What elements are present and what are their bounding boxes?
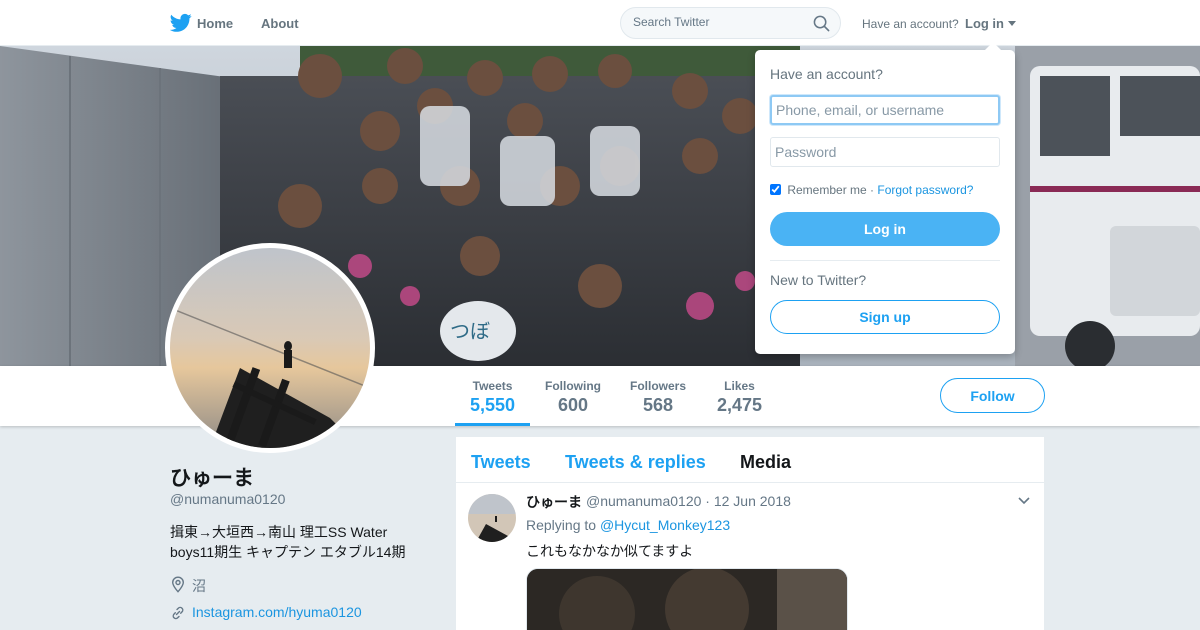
search-input[interactable]: [633, 15, 803, 29]
stat-label: Tweets: [472, 379, 513, 393]
website-link[interactable]: Instagram.com/hyuma0120: [192, 604, 362, 620]
profile-bio: 揖東→大垣西→南山 理工SS Water boys11期生 キャプテン エタブル…: [170, 524, 406, 560]
new-to-twitter-text: New to Twitter?: [770, 272, 867, 288]
remember-row: Remember me · Forgot password?: [770, 183, 973, 197]
tweet-avatar-photo: [468, 494, 516, 542]
location-pin-icon: [171, 576, 185, 593]
tweet-avatar[interactable]: [468, 494, 516, 542]
stat-tweets[interactable]: Tweets 5,550: [470, 379, 515, 416]
tab-tweets[interactable]: Tweets: [471, 452, 531, 473]
tweet-text: これもなかなか似てますよ: [526, 543, 694, 559]
timeline-tabs: Tweets Tweets & replies Media: [456, 437, 1044, 483]
stat-likes[interactable]: Likes 2,475: [717, 379, 762, 416]
profile-avatar[interactable]: [165, 243, 375, 453]
remember-me-label[interactable]: Remember me: [787, 183, 866, 197]
stat-label: Following: [545, 379, 601, 393]
forgot-password-link[interactable]: Forgot password?: [877, 183, 973, 197]
tab-tweets-replies[interactable]: Tweets & replies: [565, 452, 706, 473]
link-icon: [172, 606, 184, 620]
top-navigation: Home About Have an account? Log in: [0, 0, 1200, 46]
nav-home-link[interactable]: Home: [197, 16, 233, 31]
chevron-down-icon[interactable]: [1018, 497, 1030, 505]
avatar-photo: [170, 248, 370, 448]
search-icon[interactable]: [813, 15, 830, 32]
username-field[interactable]: [770, 95, 1000, 125]
stat-label: Likes: [724, 379, 755, 393]
tweet-media-photo: [527, 569, 847, 630]
login-button[interactable]: Log in: [770, 212, 1000, 246]
nav-about-link[interactable]: About: [261, 16, 299, 31]
location-text: 沼: [192, 578, 206, 594]
replying-to-link[interactable]: @Hycut_Monkey123: [600, 517, 730, 533]
svg-text:つぼ: つぼ: [450, 319, 490, 343]
profile-name[interactable]: ひゅーま: [170, 462, 254, 492]
stat-value: 5,550: [470, 395, 516, 415]
follow-button[interactable]: Follow: [940, 378, 1045, 413]
timeline-panel: Tweets Tweets & replies Media ひゅーま @numa…: [456, 437, 1044, 630]
stat-value: 568: [642, 395, 674, 415]
active-stat-indicator: [455, 423, 530, 426]
login-dropdown: Have an account? Remember me · Forgot pa…: [755, 42, 1015, 354]
replying-prefix: Replying to: [526, 517, 597, 533]
dropdown-divider: [770, 260, 1000, 261]
remember-me-checkbox[interactable]: [770, 184, 781, 195]
tweet-handle-date[interactable]: @numanuma0120 · 12 Jun 2018: [586, 493, 791, 509]
stat-followers[interactable]: Followers 568: [630, 379, 686, 416]
profile-handle[interactable]: @numanuma0120: [170, 491, 285, 507]
tab-media[interactable]: Media: [740, 452, 791, 473]
stat-value: 2,475: [717, 395, 763, 415]
stat-following[interactable]: Following 600: [545, 379, 601, 416]
stat-label: Followers: [630, 379, 687, 393]
have-account-text: Have an account?: [862, 17, 959, 31]
tweet-media-image[interactable]: [526, 568, 848, 630]
twitter-bird-icon[interactable]: [170, 13, 192, 33]
password-field[interactable]: [770, 137, 1000, 167]
search-box: [620, 7, 841, 39]
tweet-replying-to: Replying to @Hycut_Monkey123: [526, 517, 730, 533]
separator-dot: ·: [870, 183, 875, 197]
dropdown-title: Have an account?: [770, 66, 883, 82]
signup-button[interactable]: Sign up: [770, 300, 1000, 334]
caret-down-icon[interactable]: [1008, 21, 1016, 26]
stat-value: 600: [557, 395, 589, 415]
login-dropdown-toggle[interactable]: Log in: [965, 16, 1004, 31]
tweet-author-name[interactable]: ひゅーま: [526, 492, 582, 512]
dropdown-arrow: [985, 42, 1001, 50]
